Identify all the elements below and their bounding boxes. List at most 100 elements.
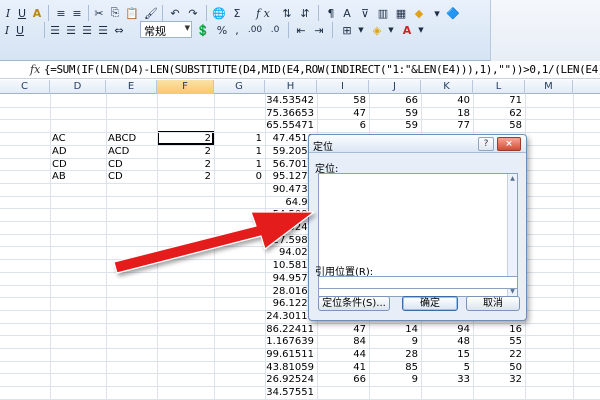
percent-button[interactable]: % — [216, 22, 228, 38]
cell-l[interactable]: 22 — [473, 349, 522, 361]
autosum-icon[interactable]: Σ — [230, 5, 244, 21]
column-header-i[interactable]: I — [317, 80, 369, 94]
cell-h[interactable]: 99.61511 — [265, 349, 314, 361]
column-header-j[interactable]: J — [369, 80, 421, 94]
fill-dropdown-icon[interactable]: ▼ — [386, 22, 396, 38]
cell-j[interactable]: 28 — [369, 349, 418, 361]
column-header-g[interactable]: G — [214, 80, 265, 94]
column-header-c[interactable]: C — [0, 80, 50, 94]
decrease-indent-icon[interactable]: ⇤ — [294, 22, 308, 38]
cell-j[interactable]: 9 — [369, 336, 418, 348]
cell-h[interactable]: 1.167639 — [265, 336, 314, 348]
cell-h[interactable]: 54.5098 — [265, 209, 314, 221]
borders-icon[interactable]: ⊞ — [340, 22, 354, 38]
font-color-icon[interactable]: A — [400, 22, 414, 38]
cell-l[interactable]: 58 — [473, 120, 522, 132]
cell-k[interactable]: 77 — [421, 120, 470, 132]
cell-k[interactable]: 40 — [421, 95, 470, 107]
align-left-button[interactable]: ☰ — [48, 22, 62, 38]
underline-icon[interactable]: U — [14, 22, 26, 38]
cancel-button[interactable]: 取消 — [466, 296, 520, 311]
insert-function-button[interactable]: f x — [252, 5, 274, 21]
paste-icon[interactable]: 📋 — [124, 5, 140, 21]
align-center-icon[interactable]: ≡ — [70, 5, 84, 21]
reference-input[interactable] — [318, 276, 518, 289]
cut-icon[interactable]: ✂ — [92, 5, 106, 21]
cell-h[interactable]: 90.4730 — [265, 184, 314, 196]
cell-h[interactable]: 94.029 — [265, 247, 314, 259]
borders-dropdown-icon[interactable]: ▼ — [356, 22, 366, 38]
increase-indent-icon[interactable]: ⇥ — [312, 22, 326, 38]
close-button[interactable]: × — [497, 137, 521, 151]
cell-i[interactable]: 84 — [317, 336, 366, 348]
cell-e[interactable]: ABCD — [106, 133, 154, 145]
number-format-select[interactable]: 常规 ▼ — [140, 21, 192, 38]
cell-k[interactable]: 48 — [421, 336, 470, 348]
cell-l[interactable]: 55 — [473, 336, 522, 348]
font-color-button[interactable]: A — [30, 5, 44, 21]
cell-g[interactable]: 1 — [214, 133, 262, 145]
cell-i[interactable]: 58 — [317, 95, 366, 107]
cell-h[interactable]: 34.53542 — [265, 95, 314, 107]
align-right-button[interactable]: ☰ — [80, 22, 94, 38]
cell-i[interactable]: 6 — [317, 120, 366, 132]
increase-decimal-icon[interactable]: .00 — [246, 22, 264, 38]
cell-h[interactable]: 18.0241 — [265, 222, 314, 234]
column-header-e[interactable]: E — [106, 80, 157, 94]
justify-button[interactable]: ☰ — [96, 22, 110, 38]
help-button[interactable]: ? — [478, 137, 494, 151]
cell-j[interactable]: 66 — [369, 95, 418, 107]
cell-g[interactable]: 0 — [214, 171, 262, 183]
column-header-l[interactable]: L — [473, 80, 525, 94]
chart-icon[interactable]: ▥ — [376, 5, 390, 21]
formula-bar[interactable]: fx {=SUM(IF(LEN(D4)-LEN(SUBSTITUTE(D4,MI… — [0, 62, 600, 79]
comma-button[interactable]: , — [232, 22, 242, 38]
scroll-up-icon[interactable]: ▲ — [508, 174, 517, 183]
paragraph-icon[interactable]: ¶ — [324, 5, 338, 21]
cell-h[interactable]: 10.5817 — [265, 260, 314, 272]
cell-g[interactable]: 1 — [214, 146, 262, 158]
cell-h[interactable]: 94.9572 — [265, 273, 314, 285]
formula-input[interactable]: {=SUM(IF(LEN(D4)-LEN(SUBSTITUTE(D4,MID(E… — [44, 63, 600, 76]
cell-d[interactable]: AC — [50, 133, 103, 145]
fx-icon[interactable]: fx — [30, 63, 44, 76]
cell-k[interactable]: 33 — [421, 374, 470, 386]
cell-k[interactable]: 15 — [421, 349, 470, 361]
italic-icon[interactable]: I — [2, 22, 12, 38]
italic-button[interactable]: I — [2, 5, 14, 21]
format-painter-icon[interactable]: 🖌 — [144, 5, 158, 21]
cell-h[interactable]: 59.2054 — [265, 146, 314, 158]
column-header-f[interactable]: F — [157, 80, 214, 94]
column-header-m[interactable]: M — [525, 80, 573, 94]
cell-h[interactable]: 95.1279 — [265, 171, 314, 183]
cell-l[interactable]: 71 — [473, 95, 522, 107]
cell-h[interactable]: 34.57551 — [265, 387, 314, 399]
cell-h[interactable]: 47.4510 — [265, 133, 314, 145]
underline-button[interactable]: U — [16, 5, 28, 21]
filter-icon[interactable]: ⊽ — [358, 5, 372, 21]
cell-i[interactable]: 66 — [317, 374, 366, 386]
currency-icon[interactable]: 💲 — [196, 22, 210, 38]
column-header-d[interactable]: D — [50, 80, 106, 94]
align-left-icon[interactable]: ≡ — [54, 5, 68, 21]
goto-special-button[interactable]: 定位条件(S)... — [318, 296, 390, 311]
cell-h[interactable]: 24.30115 — [265, 311, 314, 323]
hyperlink-icon[interactable]: 🌐 — [212, 5, 226, 21]
fill-color-icon[interactable]: ◈ — [370, 22, 384, 38]
cell-d[interactable]: AB — [50, 171, 103, 183]
dropdown-icon[interactable]: ▾ — [430, 5, 444, 21]
copy-icon[interactable]: ⎘ — [108, 5, 122, 21]
drawing-icon[interactable]: 🔷 — [446, 5, 460, 21]
column-header-h[interactable]: H — [265, 80, 317, 94]
cell-f[interactable]: 2 — [157, 146, 211, 158]
merge-center-icon[interactable]: ⇔ — [112, 22, 126, 38]
cell-i[interactable]: 44 — [317, 349, 366, 361]
highlight-icon[interactable]: ◆ — [412, 5, 426, 21]
cell-e[interactable]: CD — [106, 171, 154, 183]
cell-j[interactable]: 9 — [369, 374, 418, 386]
cell-h[interactable]: 26.92524 — [265, 374, 314, 386]
sort-ascending-icon[interactable]: ⇅ — [280, 5, 294, 21]
sort-descending-icon[interactable]: ⇵ — [298, 5, 312, 21]
cell-h[interactable]: 96.1221 — [265, 298, 314, 310]
cell-l[interactable]: 32 — [473, 374, 522, 386]
